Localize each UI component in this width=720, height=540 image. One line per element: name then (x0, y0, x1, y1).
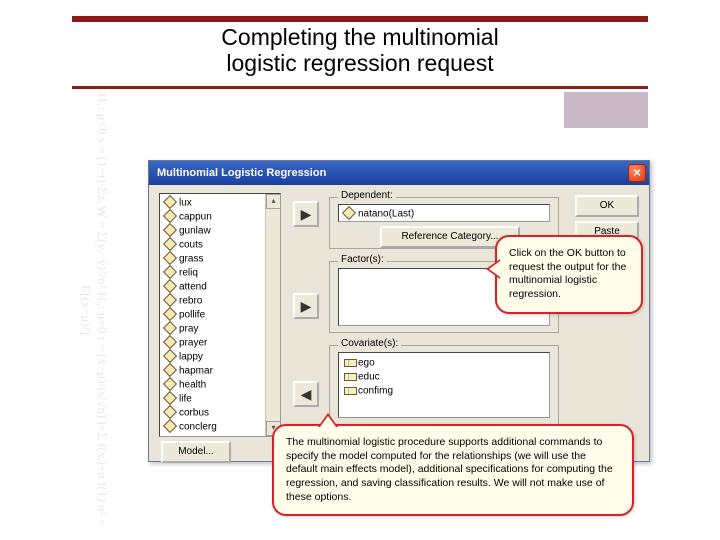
callout-tail-icon (318, 413, 338, 427)
variable-icon (164, 378, 176, 390)
variable-name: pray (179, 324, 198, 335)
slide-accent-box (564, 92, 648, 128)
variable-name: gunlaw (179, 226, 211, 237)
scroll-up-icon[interactable]: ▴ (266, 194, 281, 209)
source-variable-list[interactable]: lux cappun gunlaw couts grass reliq attend rebr… (159, 193, 281, 437)
dialog-titlebar[interactable]: Multinomial Logistic Regression × (149, 161, 649, 185)
list-item[interactable]: grass (162, 252, 280, 266)
list-item[interactable]: confimg (343, 384, 545, 398)
variable-icon (164, 322, 176, 334)
variable-icon (164, 406, 176, 418)
list-item[interactable]: cappun (162, 210, 280, 224)
list-item[interactable]: pollife (162, 308, 280, 322)
variable-name: rebro (179, 296, 202, 307)
variable-icon (164, 308, 176, 320)
scale-variable-icon (343, 370, 355, 382)
callout-options-text: The multinomial logistic procedure suppo… (286, 436, 613, 503)
variable-name: hapmar (179, 366, 213, 377)
variable-icon (164, 196, 176, 208)
variable-icon (164, 294, 176, 306)
variable-icon (164, 252, 176, 264)
callout-tail-icon (486, 259, 500, 279)
covariates-label: Covariate(s): (338, 338, 401, 349)
list-item[interactable]: couts (162, 238, 280, 252)
background-formula-decoration: H₁: μ<0 s = (1−t)·Σzᵢ W = Σ(yᵢ−ŷ)²/σ² H₀… (0, 80, 110, 540)
variable-name: reliq (179, 268, 198, 279)
variable-name: couts (179, 240, 203, 251)
variable-name: educ (358, 372, 380, 383)
title-line1: Completing the multinomial (221, 24, 498, 50)
callout-ok-tip: Click on the OK button to request the ou… (495, 235, 643, 314)
slide-title: Completing the multinomial logistic regr… (0, 24, 720, 77)
variable-name: grass (179, 254, 203, 265)
variable-name: prayer (179, 338, 207, 349)
scrollbar[interactable]: ▴ ▾ (265, 194, 280, 436)
model-button[interactable]: Model... (161, 441, 231, 463)
list-item[interactable]: lux (162, 196, 280, 210)
callout-ok-text: Click on the OK button to request the ou… (509, 247, 626, 300)
variable-name: life (179, 394, 192, 405)
variable-icon (164, 266, 176, 278)
variable-icon (164, 224, 176, 236)
covariates-group: Covariate(s): egoeducconfimg (329, 345, 559, 425)
list-item[interactable]: rebro (162, 294, 280, 308)
close-icon[interactable]: × (628, 164, 646, 182)
move-factor-button[interactable]: ▶ (293, 293, 319, 319)
list-item[interactable]: pray (162, 322, 280, 336)
variable-icon (164, 420, 176, 432)
variable-icon (164, 280, 176, 292)
variable-icon (164, 392, 176, 404)
scale-variable-icon (343, 356, 355, 368)
covariates-field[interactable]: ego educ confimg (338, 352, 550, 418)
dependent-value: natano(Last) (358, 209, 414, 220)
variable-name: ego (358, 358, 375, 369)
list-item[interactable]: attend (162, 280, 280, 294)
variable-name: attend (179, 282, 207, 293)
variable-name: health (179, 380, 206, 391)
list-item[interactable]: ego (343, 356, 545, 370)
list-item[interactable]: gunlaw (162, 224, 280, 238)
list-item[interactable]: prayer (162, 336, 280, 350)
dialog-title: Multinomial Logistic Regression (157, 167, 326, 179)
list-item[interactable]: hapmar (162, 364, 280, 378)
variable-name: confimg (358, 386, 393, 397)
slide-top-rule (72, 16, 648, 22)
list-item[interactable]: lappy (162, 350, 280, 364)
variable-name: cappun (179, 212, 212, 223)
variable-icon (164, 364, 176, 376)
variable-icon (164, 210, 176, 222)
move-covariate-button[interactable]: ◀ (293, 381, 319, 407)
scale-variable-icon (343, 384, 355, 396)
variable-icon (164, 350, 176, 362)
list-item[interactable]: educ (343, 370, 545, 384)
list-item[interactable]: conclerg (162, 420, 280, 434)
list-item[interactable]: corbus (162, 406, 280, 420)
list-item[interactable]: health (162, 378, 280, 392)
variable-icon (164, 238, 176, 250)
variable-icon (343, 207, 355, 219)
variable-name: lappy (179, 352, 203, 363)
slide-under-rule (72, 86, 648, 89)
ok-button[interactable]: OK (575, 195, 639, 217)
list-item[interactable]: reliq (162, 266, 280, 280)
variable-name: conclerg (179, 422, 217, 433)
list-item[interactable]: life (162, 392, 280, 406)
title-line2: logistic regression request (226, 50, 493, 76)
variable-name: lux (179, 198, 192, 209)
dependent-label: Dependent: (338, 190, 396, 201)
factors-label: Factor(s): (338, 254, 387, 265)
callout-options-tip: The multinomial logistic procedure suppo… (272, 424, 634, 516)
variable-icon (164, 336, 176, 348)
variable-name: pollife (179, 310, 205, 321)
move-dependent-button[interactable]: ▶ (293, 201, 319, 227)
dependent-field[interactable]: natano(Last) (338, 204, 550, 222)
dialog-body: lux cappun gunlaw couts grass reliq attend rebr… (149, 185, 649, 461)
variable-name: corbus (179, 408, 209, 419)
